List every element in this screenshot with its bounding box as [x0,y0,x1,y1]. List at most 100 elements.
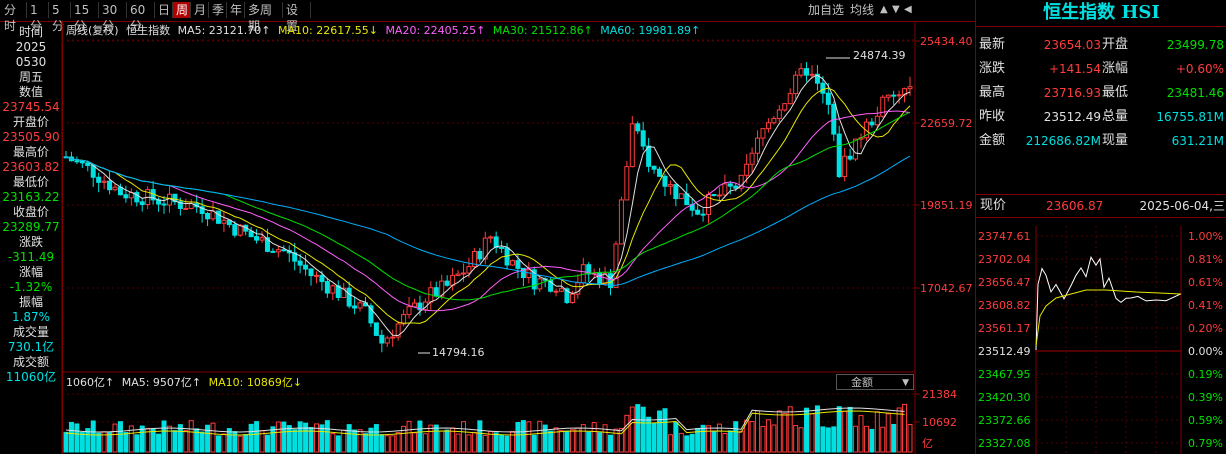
volume-bar [96,432,102,453]
quote-value: +0.60% [1175,62,1224,76]
volume-bar [896,407,902,453]
intraday-price-tick: 23608.82 [978,299,1031,312]
volume-bar [836,406,842,453]
candle-body [842,155,848,178]
current-price-value: 23606.87 [1046,199,1104,213]
vol-axis-unit: 亿 [922,437,933,450]
candle-body [765,122,771,130]
price-axis-tick: 19851.19 [920,199,973,212]
candle-body [716,194,722,197]
candle-body [477,250,483,260]
candle-body [847,155,853,160]
indicator-select[interactable]: 金额 ▼ [836,374,914,390]
ma5-legend: MA5: 23121.70↑ [177,24,271,37]
candle-body [793,74,799,95]
intraday-price-tick: 23327.08 [978,437,1031,450]
volume-bar [74,423,80,453]
volume-bar [515,421,521,453]
volume-bar [689,433,695,453]
volume-bar [357,429,363,453]
candle-body [613,243,619,288]
quote-label: 现量 [1102,133,1129,148]
candle-body [809,73,815,76]
candle-body [406,306,412,316]
volume-bar [123,432,129,453]
candle-body [880,96,886,117]
volume-bar [199,431,205,453]
volume-bar [384,435,390,453]
volume-bar [112,423,118,453]
volume-bar [526,421,532,453]
volume-bar [466,434,472,453]
volume-bar [531,434,537,453]
candle-body [90,165,96,178]
candle-body [319,274,325,283]
volume-bar [640,406,646,453]
ma60-line [65,155,911,286]
quote-label: 总量 [1102,109,1129,124]
volume-bar [210,422,216,453]
volume-bar [624,414,630,453]
volume-bar [335,435,341,453]
quote-label: 最低 [1102,85,1129,100]
candle-body [493,236,499,248]
volume-bar [156,433,162,453]
volume-bar [700,424,706,453]
volume-bar [134,434,140,453]
ma20-line [65,110,911,312]
intraday-price-tick: 23656.47 [978,276,1031,289]
quote-panel: 恒生指数 HSI 最新 23654.03 开盘 23499.78 涨跌 +141.54 涨幅… [975,0,1226,454]
candle-body [123,194,129,199]
quote-value: 23512.49 [1043,110,1101,124]
candle-body [597,272,603,285]
volume-bar [504,435,510,453]
volume-bar [657,410,663,453]
candle-body [466,266,472,274]
volume-bar [591,422,597,453]
ma20-legend: MA20: 22405.25↑ [385,24,486,37]
vol-axis-tick: 21384 [922,388,957,401]
volume-bar [863,425,869,453]
ma30-legend: MA30: 21512.86↑ [492,24,593,37]
intraday-pct-tick: 0.39% [1188,391,1223,404]
candle-body [722,183,728,196]
volume-bar [629,406,635,453]
candle-body [488,236,494,239]
candle-body [635,123,641,132]
volume-bar [166,425,172,453]
volume-bar [782,413,788,453]
candle-body [787,93,793,105]
quote-value: 16755.81M [1156,110,1224,124]
intraday-price-tick: 23512.49 [978,345,1031,358]
volume-bar [651,422,657,453]
volume-bar [205,424,211,453]
volume-bar [248,423,254,453]
intraday-price-tick: 23561.17 [978,322,1031,335]
volume-bar [275,421,281,453]
candle-body [700,213,706,216]
volume-bar [455,433,461,453]
intraday-pct-tick: 0.79% [1188,437,1223,450]
volume-bar [542,424,548,453]
candle-body [891,94,897,97]
candle-body [85,162,91,167]
volume-bar [79,432,85,453]
volume-bar [847,406,853,453]
candle-body [820,82,826,94]
candle-body [678,193,684,200]
volume-bar [564,430,570,453]
candle-body [624,166,630,201]
volume-bar [559,430,565,453]
candle-body [455,273,461,276]
quote-label: 金额 [979,133,1006,148]
candle-body [755,137,761,154]
candle-body [101,180,107,183]
volume-bar [711,430,717,453]
candle-body [907,86,913,90]
candle-body [215,210,221,224]
vol-ma10-legend: MA10: 10869亿↓ [208,376,303,389]
candle-body [640,130,646,147]
volume-bar [575,427,581,453]
quote-title: 恒生指数 HSI [976,0,1226,27]
volume-bar [417,420,423,453]
